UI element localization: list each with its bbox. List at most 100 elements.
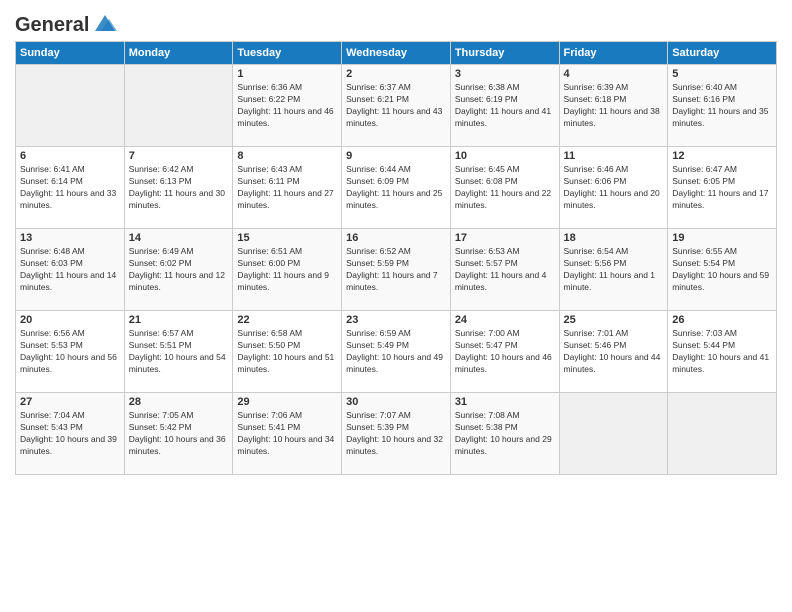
day-number: 21 <box>129 314 229 326</box>
day-detail: Sunrise: 7:01 AM Sunset: 5:46 PM Dayligh… <box>564 328 664 376</box>
calendar-cell <box>124 65 233 147</box>
calendar-cell: 25 Sunrise: 7:01 AM Sunset: 5:46 PM Dayli… <box>559 311 668 393</box>
day-detail: Sunrise: 6:59 AM Sunset: 5:49 PM Dayligh… <box>346 328 446 376</box>
calendar-cell: 22 Sunrise: 6:58 AM Sunset: 5:50 PM Dayli… <box>233 311 342 393</box>
day-detail: Sunrise: 7:04 AM Sunset: 5:43 PM Dayligh… <box>20 410 120 458</box>
calendar-cell: 14Sunrise: 6:49 AM Sunset: 6:02 PM Dayli… <box>124 229 233 311</box>
day-number: 28 <box>129 396 229 408</box>
day-detail: Sunrise: 6:52 AM Sunset: 5:59 PM Dayligh… <box>346 246 446 294</box>
day-number: 26 <box>672 314 772 326</box>
calendar-cell: 10Sunrise: 6:45 AM Sunset: 6:08 PM Dayli… <box>450 147 559 229</box>
week-row-5: 27 Sunrise: 7:04 AM Sunset: 5:43 PM Dayli… <box>16 393 777 475</box>
day-detail: Sunrise: 6:46 AM Sunset: 6:06 PM Dayligh… <box>564 164 664 212</box>
calendar-container: General SundayMondayTuesdayWednesdayThur… <box>0 0 792 612</box>
week-row-1: 1 Sunrise: 6:36 AM Sunset: 6:22 PM Daylig… <box>16 65 777 147</box>
day-detail: Sunrise: 6:57 AM Sunset: 5:51 PM Dayligh… <box>129 328 229 376</box>
day-detail: Sunrise: 6:47 AM Sunset: 6:05 PM Dayligh… <box>672 164 772 212</box>
calendar-cell: 15 Sunrise: 6:51 AM Sunset: 6:00 PM Dayli… <box>233 229 342 311</box>
day-number: 13 <box>20 232 120 244</box>
day-number: 1 <box>237 68 337 80</box>
day-detail: Sunrise: 6:38 AM Sunset: 6:19 PM Dayligh… <box>455 82 555 130</box>
day-detail: Sunrise: 7:05 AM Sunset: 5:42 PM Dayligh… <box>129 410 229 458</box>
calendar-cell: 7 Sunrise: 6:42 AM Sunset: 6:13 PM Daylig… <box>124 147 233 229</box>
day-number: 15 <box>237 232 337 244</box>
day-number: 18 <box>564 232 664 244</box>
day-number: 14 <box>129 232 229 244</box>
day-number: 31 <box>455 396 555 408</box>
calendar-cell <box>16 65 125 147</box>
day-detail: Sunrise: 6:36 AM Sunset: 6:22 PM Dayligh… <box>237 82 337 130</box>
day-detail: Sunrise: 6:55 AM Sunset: 5:54 PM Dayligh… <box>672 246 772 294</box>
weekday-header-monday: Monday <box>124 42 233 65</box>
weekday-header-saturday: Saturday <box>668 42 777 65</box>
weekday-header-wednesday: Wednesday <box>342 42 451 65</box>
calendar-cell: 28 Sunrise: 7:05 AM Sunset: 5:42 PM Dayli… <box>124 393 233 475</box>
calendar-cell <box>668 393 777 475</box>
calendar-cell: 17Sunrise: 6:53 AM Sunset: 5:57 PM Dayli… <box>450 229 559 311</box>
week-row-4: 20 Sunrise: 6:56 AM Sunset: 5:53 PM Dayli… <box>16 311 777 393</box>
day-detail: Sunrise: 7:08 AM Sunset: 5:38 PM Dayligh… <box>455 410 555 458</box>
day-number: 29 <box>237 396 337 408</box>
calendar-cell: 8 Sunrise: 6:43 AM Sunset: 6:11 PM Daylig… <box>233 147 342 229</box>
calendar-cell: 31 Sunrise: 7:08 AM Sunset: 5:38 PM Dayli… <box>450 393 559 475</box>
calendar-cell: 9 Sunrise: 6:44 AM Sunset: 6:09 PM Daylig… <box>342 147 451 229</box>
day-number: 22 <box>237 314 337 326</box>
day-number: 7 <box>129 150 229 162</box>
day-number: 4 <box>564 68 664 80</box>
calendar-cell: 21 Sunrise: 6:57 AM Sunset: 5:51 PM Dayli… <box>124 311 233 393</box>
calendar-cell: 12Sunrise: 6:47 AM Sunset: 6:05 PM Dayli… <box>668 147 777 229</box>
day-detail: Sunrise: 6:56 AM Sunset: 5:53 PM Dayligh… <box>20 328 120 376</box>
weekday-header-tuesday: Tuesday <box>233 42 342 65</box>
day-detail: Sunrise: 6:37 AM Sunset: 6:21 PM Dayligh… <box>346 82 446 130</box>
day-number: 24 <box>455 314 555 326</box>
calendar-cell: 20 Sunrise: 6:56 AM Sunset: 5:53 PM Dayli… <box>16 311 125 393</box>
day-number: 5 <box>672 68 772 80</box>
calendar-cell: 3 Sunrise: 6:38 AM Sunset: 6:19 PM Daylig… <box>450 65 559 147</box>
day-detail: Sunrise: 6:42 AM Sunset: 6:13 PM Dayligh… <box>129 164 229 212</box>
day-number: 6 <box>20 150 120 162</box>
day-detail: Sunrise: 6:43 AM Sunset: 6:11 PM Dayligh… <box>237 164 337 212</box>
day-detail: Sunrise: 6:44 AM Sunset: 6:09 PM Dayligh… <box>346 164 446 212</box>
day-detail: Sunrise: 6:54 AM Sunset: 5:56 PM Dayligh… <box>564 246 664 294</box>
header-row: SundayMondayTuesdayWednesdayThursdayFrid… <box>16 42 777 65</box>
calendar-cell: 4 Sunrise: 6:39 AM Sunset: 6:18 PM Daylig… <box>559 65 668 147</box>
day-number: 8 <box>237 150 337 162</box>
day-detail: Sunrise: 6:58 AM Sunset: 5:50 PM Dayligh… <box>237 328 337 376</box>
day-detail: Sunrise: 7:06 AM Sunset: 5:41 PM Dayligh… <box>237 410 337 458</box>
day-detail: Sunrise: 6:40 AM Sunset: 6:16 PM Dayligh… <box>672 82 772 130</box>
day-number: 16 <box>346 232 446 244</box>
day-number: 27 <box>20 396 120 408</box>
calendar-cell: 1 Sunrise: 6:36 AM Sunset: 6:22 PM Daylig… <box>233 65 342 147</box>
day-detail: Sunrise: 6:39 AM Sunset: 6:18 PM Dayligh… <box>564 82 664 130</box>
calendar-cell: 16 Sunrise: 6:52 AM Sunset: 5:59 PM Dayli… <box>342 229 451 311</box>
header: General <box>15 10 777 33</box>
day-detail: Sunrise: 7:03 AM Sunset: 5:44 PM Dayligh… <box>672 328 772 376</box>
weekday-header-sunday: Sunday <box>16 42 125 65</box>
day-number: 20 <box>20 314 120 326</box>
calendar-cell: 19 Sunrise: 6:55 AM Sunset: 5:54 PM Dayli… <box>668 229 777 311</box>
day-number: 30 <box>346 396 446 408</box>
calendar-cell: 2 Sunrise: 6:37 AM Sunset: 6:21 PM Daylig… <box>342 65 451 147</box>
logo-icon <box>91 13 119 35</box>
day-number: 25 <box>564 314 664 326</box>
day-detail: Sunrise: 6:51 AM Sunset: 6:00 PM Dayligh… <box>237 246 337 294</box>
calendar-table: SundayMondayTuesdayWednesdayThursdayFrid… <box>15 41 777 475</box>
day-number: 2 <box>346 68 446 80</box>
calendar-cell: 26 Sunrise: 7:03 AM Sunset: 5:44 PM Dayli… <box>668 311 777 393</box>
logo: General <box>15 14 119 33</box>
day-detail: Sunrise: 6:41 AM Sunset: 6:14 PM Dayligh… <box>20 164 120 212</box>
day-detail: Sunrise: 6:53 AM Sunset: 5:57 PM Dayligh… <box>455 246 555 294</box>
day-detail: Sunrise: 6:48 AM Sunset: 6:03 PM Dayligh… <box>20 246 120 294</box>
calendar-cell: 24Sunrise: 7:00 AM Sunset: 5:47 PM Dayli… <box>450 311 559 393</box>
weekday-header-friday: Friday <box>559 42 668 65</box>
calendar-cell: 18 Sunrise: 6:54 AM Sunset: 5:56 PM Dayli… <box>559 229 668 311</box>
day-number: 9 <box>346 150 446 162</box>
day-number: 19 <box>672 232 772 244</box>
weekday-header-thursday: Thursday <box>450 42 559 65</box>
calendar-cell: 29 Sunrise: 7:06 AM Sunset: 5:41 PM Dayli… <box>233 393 342 475</box>
calendar-cell: 13 Sunrise: 6:48 AM Sunset: 6:03 PM Dayli… <box>16 229 125 311</box>
day-number: 3 <box>455 68 555 80</box>
calendar-cell: 23Sunrise: 6:59 AM Sunset: 5:49 PM Dayli… <box>342 311 451 393</box>
day-detail: Sunrise: 7:07 AM Sunset: 5:39 PM Dayligh… <box>346 410 446 458</box>
calendar-cell: 11Sunrise: 6:46 AM Sunset: 6:06 PM Dayli… <box>559 147 668 229</box>
